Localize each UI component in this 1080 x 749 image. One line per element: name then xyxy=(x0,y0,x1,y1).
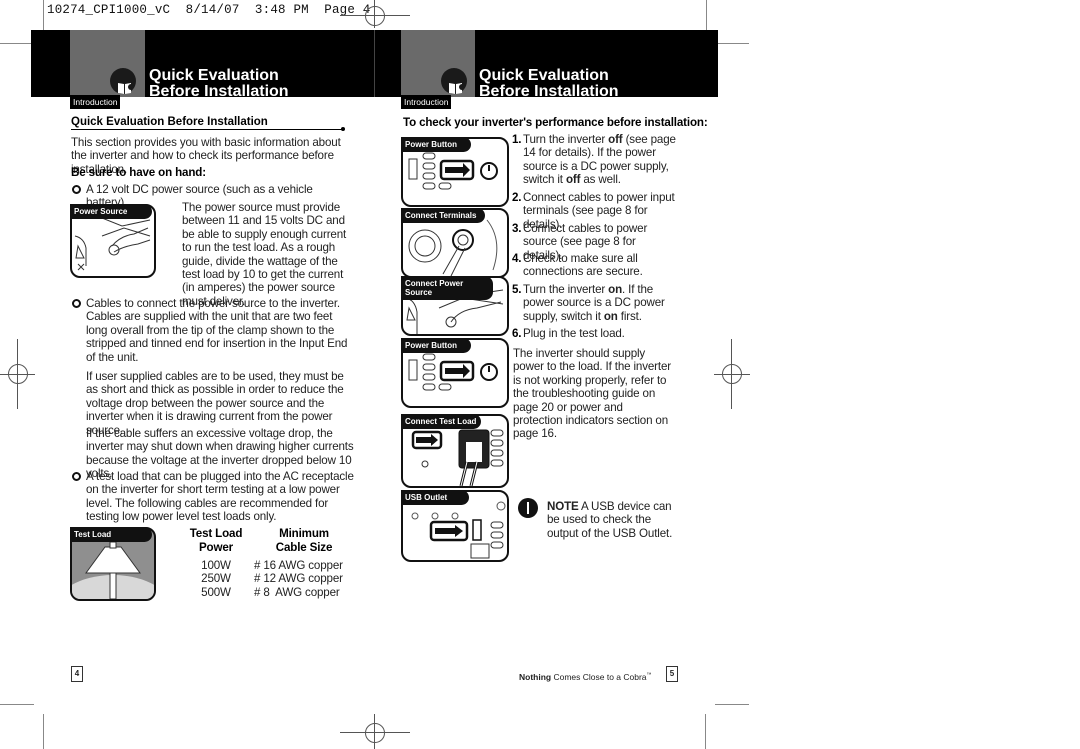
left-banner-title-line2: Before Installation xyxy=(149,83,289,100)
bullet-cables: Cables to connect the power source to th… xyxy=(86,297,348,364)
result-paragraph: The inverter should supply power to the … xyxy=(513,347,671,441)
footer-tagline: Nothing Comes Close to a Cobra™ xyxy=(519,672,652,682)
table-row: 250W # 12 AWG copper xyxy=(201,572,343,586)
left-tab-label[interactable]: Introduction xyxy=(70,95,121,109)
bullet-icon xyxy=(72,472,81,481)
step-5: 5. Turn the inverter on. If the power so… xyxy=(512,283,665,323)
section-heading: Quick Evaluation Before Installation xyxy=(71,116,268,128)
bullet-icon xyxy=(72,185,81,194)
right-page-number: 5 xyxy=(666,666,678,682)
power-source-text: The power source must provide between 11… xyxy=(182,201,347,308)
header-test-load-power: Test Load Power xyxy=(189,527,243,554)
have-on-hand-heading: Be sure to have on hand: xyxy=(71,166,206,179)
illustration-tag: Power Button xyxy=(401,137,471,152)
illustration-tag: Connect Test Load xyxy=(401,414,481,429)
usb-note: NOTE A USB device can be used to check t… xyxy=(547,500,673,540)
right-heading: To check your inverter's performance bef… xyxy=(403,116,708,129)
test-load-tag: Test Load xyxy=(70,527,152,542)
right-tab-label[interactable]: Introduction xyxy=(401,95,452,109)
left-page-number: 4 xyxy=(71,666,83,682)
illustration-tag: Connect Power Source xyxy=(401,276,493,300)
left-banner-title-line1: Quick Evaluation xyxy=(149,67,279,84)
table-row: 500W # 8 AWG copper xyxy=(201,585,340,599)
header-min-cable-size: Minimum Cable Size xyxy=(275,527,333,554)
cable-size-table: Test Load Power Minimum Cable Size 100W # 1… xyxy=(186,527,358,599)
table-header-row: Test Load Power Minimum Cable Size xyxy=(186,527,358,554)
section-rule xyxy=(71,129,343,130)
bullet-icon xyxy=(72,299,81,308)
note-info-icon xyxy=(518,498,538,518)
bullet-test-load: A test load that can be plugged into the… xyxy=(86,470,354,524)
step-6: 6. Plug in the test load. xyxy=(512,327,625,340)
illustration-tag: Connect Terminals xyxy=(401,208,485,223)
power-source-tag: Power Source xyxy=(70,204,152,219)
step-4: 4. Check to make sure all connections are… xyxy=(512,252,643,279)
right-banner-title-line1: Quick Evaluation xyxy=(479,67,609,84)
step-1: 1. Turn the inverter off (see page 14 fo… xyxy=(512,133,676,187)
left-book-icon xyxy=(118,83,132,94)
right-book-icon xyxy=(449,83,463,94)
table-row: 100W # 16 AWG copper xyxy=(201,559,343,572)
illustration-tag: USB Outlet xyxy=(401,490,469,505)
print-slug: 10274_CPI1000_vC 8/14/07 3:48 PM Page 4 xyxy=(47,3,371,17)
right-banner-title-line2: Before Installation xyxy=(479,83,619,100)
illustration-tag: Power Button xyxy=(401,338,471,353)
section-rule-dot xyxy=(341,127,345,131)
